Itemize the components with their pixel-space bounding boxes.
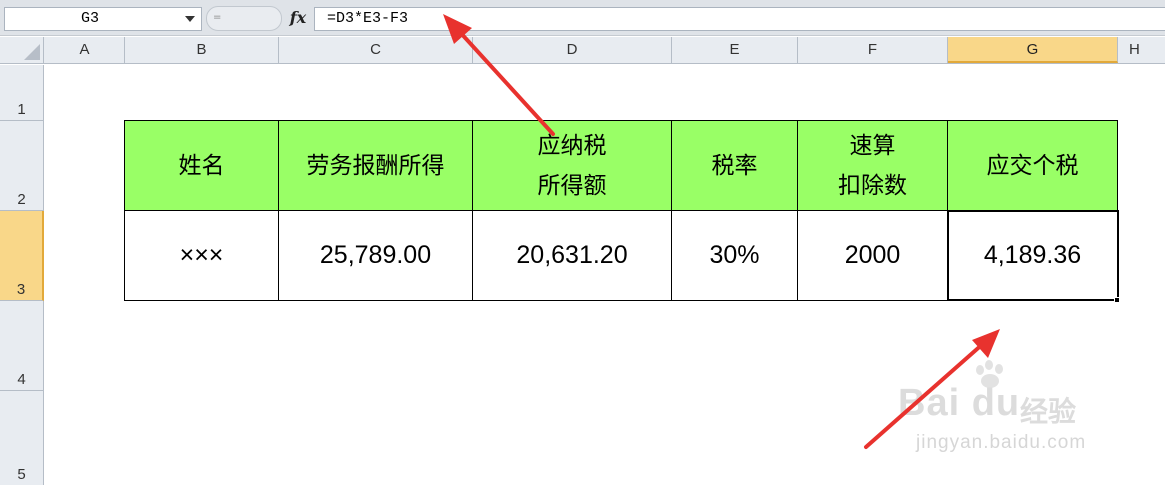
arrow-to-formula	[443, 14, 555, 136]
annotation-arrows	[443, 14, 1000, 449]
arrow-to-result	[864, 329, 1000, 449]
